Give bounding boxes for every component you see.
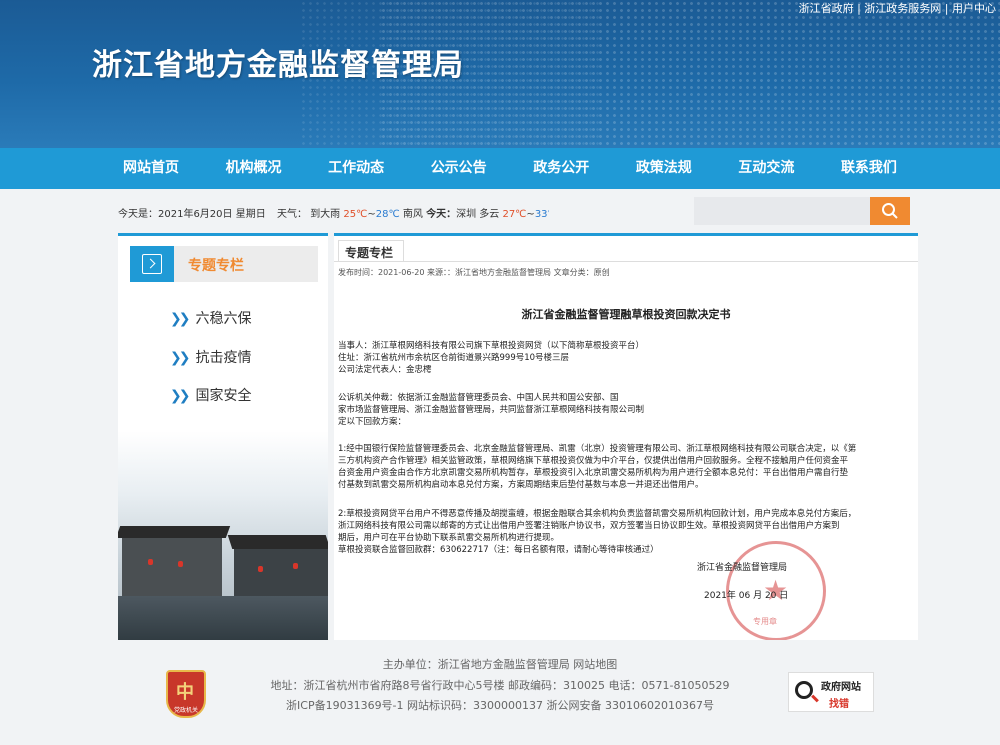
nav-interaction[interactable]: 互动交流: [730, 148, 802, 189]
double-chevron-icon: ❯❯: [170, 350, 191, 366]
top-link-user-center[interactable]: 用户中心: [952, 2, 996, 15]
paragraph-party: 当事人：浙江草根网络科技有限公司旗下草根投资网贷（以下简称草根投资平台） 住址：浙…: [338, 341, 645, 375]
sidebar-header-icon: [130, 246, 174, 282]
search-input[interactable]: [694, 197, 870, 225]
top-link-service[interactable]: 浙江政务服务网: [864, 2, 941, 15]
signer: 浙江省金融监督管理局: [697, 563, 788, 573]
nav-policy[interactable]: 政策法规: [628, 148, 700, 189]
top-link-gov[interactable]: 浙江省政府: [799, 2, 854, 15]
header-world-map: [380, 0, 1000, 148]
sign-date: 2021年 06 月 20 日: [704, 591, 789, 601]
site-header: 浙江省政府 | 浙江政务服务网 | 用户中心 浙江省地方金融监督管理局: [0, 0, 1000, 148]
nav-contact[interactable]: 联系我们: [833, 148, 905, 189]
nav-notices[interactable]: 公示公告: [423, 148, 495, 189]
paragraph-item-2: 2:草根投资网贷平台用户不得恶意传播及胡搅蛮缠，根据金融联合其余机构负责监督凯雷…: [338, 509, 857, 555]
sidebar-header: 专题专栏: [130, 246, 318, 282]
paragraph-authority: 公诉机关仲裁：依据浙江金融监督管理委员会、中国人民共和国公安部、国 家市场监督管理…: [338, 393, 645, 427]
search-button[interactable]: [870, 197, 910, 225]
sidebar: 专题专栏 ❯❯ 六稳六保 ❯❯ 抗击疫情 ❯❯ 国家安全: [118, 233, 328, 640]
current-date: 今天是：2021年6月20日 星期日: [118, 209, 266, 220]
gov-site-error-report[interactable]: 政府网站 找错: [788, 672, 874, 712]
double-chevron-icon: ❯❯: [170, 311, 191, 327]
weather-ticker: 天气： 到大雨 25℃~28℃ 南风 今天：深圳 多云 27℃~33℃ 3i: [277, 209, 549, 220]
sidebar-item-epidemic[interactable]: ❯❯ 抗击疫情: [170, 347, 251, 367]
nav-gov-affairs[interactable]: 政务公开: [525, 148, 597, 189]
footer-organizer: 主办单位：浙江省地方金融监督管理局 网站地图: [382, 658, 618, 671]
main-nav: 网站首页 机构概况 工作动态 公示公告 政务公开 政策法规 互动交流 联系我们: [0, 148, 1000, 189]
sidebar-item-security[interactable]: ❯❯ 国家安全: [170, 385, 251, 405]
sidebar-item-liuwen[interactable]: ❯❯ 六稳六保: [170, 308, 251, 328]
article-meta: 发布时间：2021-06-20 来源：：浙江省地方金融监督管理局 文章分类：原创: [338, 268, 610, 277]
site-title: 浙江省地方金融监督管理局: [92, 48, 464, 83]
paragraph-item-1: 1:经中国银行保险监督管理委员会、北京金融监督管理局、凯雷（北京）投资管理有限公…: [338, 444, 857, 490]
tab-special-topics[interactable]: 专题专栏: [338, 240, 404, 262]
nav-news[interactable]: 工作动态: [320, 148, 392, 189]
double-chevron-icon: ❯❯: [170, 388, 191, 404]
nav-home[interactable]: 网站首页: [115, 148, 187, 189]
arrow-box-icon: [142, 254, 162, 274]
top-links: 浙江省政府 | 浙江政务服务网 | 用户中心: [798, 2, 996, 15]
nav-overview[interactable]: 机构概况: [218, 148, 290, 189]
search-icon: [882, 203, 898, 219]
sidebar-scenery-image: [118, 431, 328, 640]
article-title: 浙江省金融监督管理融草根投资回款决定书: [521, 308, 731, 321]
sidebar-header-label: 专题专栏: [188, 258, 244, 274]
main-panel: 专题专栏 发布时间：2021-06-20 来源：：浙江省地方金融监督管理局 文章…: [334, 233, 918, 640]
